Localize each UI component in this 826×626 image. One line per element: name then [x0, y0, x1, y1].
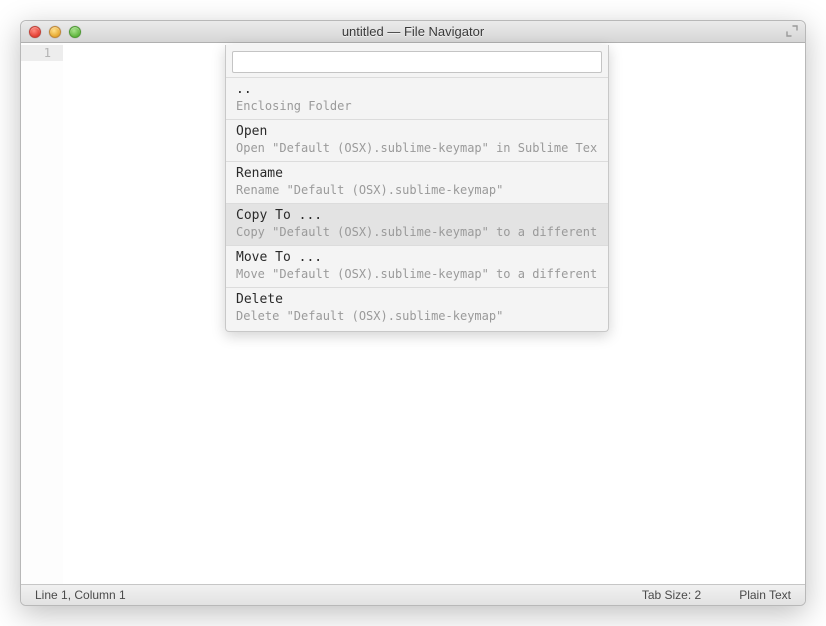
overlay-item-title: Open [236, 124, 598, 139]
status-position[interactable]: Line 1, Column 1 [35, 588, 126, 602]
overlay-item-desc: Delete "Default (OSX).sublime-keymap" [236, 309, 598, 323]
overlay-item-desc: Rename "Default (OSX).sublime-keymap" [236, 183, 598, 197]
window-title: untitled — File Navigator [21, 21, 805, 43]
overlay-item-title: Copy To ... [236, 208, 598, 223]
editor-area[interactable]: 1 .. Enclosing Folder Open Open "Default (O… [21, 43, 805, 584]
overlay-item-desc: Enclosing Folder [236, 99, 598, 113]
overlay-item-desc: Copy "Default (OSX).sublime-keymap" to a… [236, 225, 598, 239]
overlay-item[interactable]: Open Open "Default (OSX).sublime-keymap" … [226, 119, 608, 161]
close-button[interactable] [29, 26, 41, 38]
app-window: untitled — File Navigator 1 .. Enclosing … [20, 20, 806, 606]
overlay-item[interactable]: Move To ... Move "Default (OSX).sublime-k… [226, 245, 608, 287]
zoom-button[interactable] [69, 26, 81, 38]
overlay-item-title: Delete [236, 292, 598, 307]
traffic-lights [29, 26, 81, 38]
overlay-item-title: Rename [236, 166, 598, 181]
status-syntax[interactable]: Plain Text [739, 588, 791, 602]
overlay-item[interactable]: Copy To ... Copy "Default (OSX).sublime-k… [226, 203, 608, 245]
overlay-item-title: Move To ... [236, 250, 598, 265]
overlay-item[interactable]: .. Enclosing Folder [226, 77, 608, 119]
overlay-item-desc: Move "Default (OSX).sublime-keymap" to a… [236, 267, 598, 281]
overlay-item[interactable]: Rename Rename "Default (OSX).sublime-keym… [226, 161, 608, 203]
titlebar[interactable]: untitled — File Navigator [21, 21, 805, 43]
minimize-button[interactable] [49, 26, 61, 38]
statusbar: Line 1, Column 1 Tab Size: 2 Plain Text [21, 584, 805, 605]
overlay-menu-list: .. Enclosing Folder Open Open "Default (OSX… [226, 77, 608, 329]
overlay-item-title: .. [236, 82, 598, 97]
gutter: 1 [21, 43, 63, 584]
command-overlay: .. Enclosing Folder Open Open "Default (OSX… [225, 45, 609, 332]
line-number: 1 [21, 45, 63, 61]
overlay-search-input[interactable] [232, 51, 602, 73]
overlay-item[interactable]: Delete Delete "Default (OSX).sublime-keym… [226, 287, 608, 329]
overlay-item-desc: Open "Default (OSX).sublime-keymap" in S… [236, 141, 598, 155]
fullscreen-icon[interactable] [785, 24, 799, 38]
status-tab-size[interactable]: Tab Size: 2 [642, 588, 701, 602]
